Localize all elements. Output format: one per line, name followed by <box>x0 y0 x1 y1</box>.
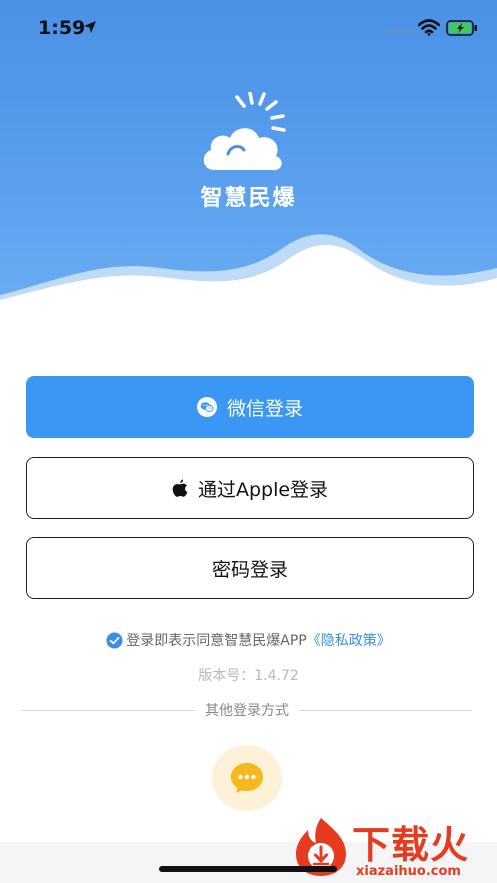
status-bar: 1:59 <box>0 0 497 60</box>
app-logo <box>203 92 286 171</box>
other-login-divider: 其他登录方式 <box>22 700 472 720</box>
home-indicator <box>159 866 337 872</box>
cellular-signal-icon <box>388 28 412 34</box>
divider-line-left <box>22 709 195 711</box>
status-time: 1:59 <box>38 17 86 39</box>
location-arrow-icon <box>84 21 96 33</box>
app-name: 智慧民爆 <box>200 186 297 211</box>
apple-login-label: 通过Apple登录 <box>197 478 329 501</box>
other-login-button[interactable] <box>212 745 282 811</box>
version-value: 1.4.72 <box>254 668 299 684</box>
wechat-login-button[interactable]: 微信登录 <box>26 376 474 438</box>
chat-bubble-icon <box>231 763 263 793</box>
battery-charging-icon <box>446 20 477 36</box>
privacy-policy-link[interactable]: 《隐私政策》 <box>307 630 391 650</box>
version-label: 版本号： <box>198 668 255 684</box>
checkmark-circle-icon <box>106 632 123 648</box>
watermark-domain: xiazaihuo.com <box>356 864 461 879</box>
wechat-login-label: 微信登录 <box>226 397 303 420</box>
agreement-checkbox[interactable] <box>106 632 123 649</box>
wechat-icon <box>196 397 217 417</box>
watermark: 下载火 xiazaihuo.com <box>290 812 497 883</box>
wave-decoration <box>0 234 497 310</box>
apple-login-button[interactable]: 通过Apple登录 <box>26 457 474 519</box>
wifi-icon <box>418 19 440 36</box>
password-login-button[interactable]: 密码登录 <box>26 537 474 599</box>
version-info: 版本号：1.4.72 <box>0 665 497 685</box>
apple-icon <box>172 479 188 498</box>
password-login-label: 密码登录 <box>211 558 288 581</box>
other-login-label: 其他登录方式 <box>205 703 289 719</box>
watermark-brand: 下载火 <box>352 823 470 867</box>
divider-line-right <box>299 709 472 711</box>
agreement-text: 登录即表示同意智慧民爆APP <box>126 633 307 649</box>
agreement-row: 登录即表示同意智慧民爆APP 《隐私政策》 <box>0 630 497 650</box>
